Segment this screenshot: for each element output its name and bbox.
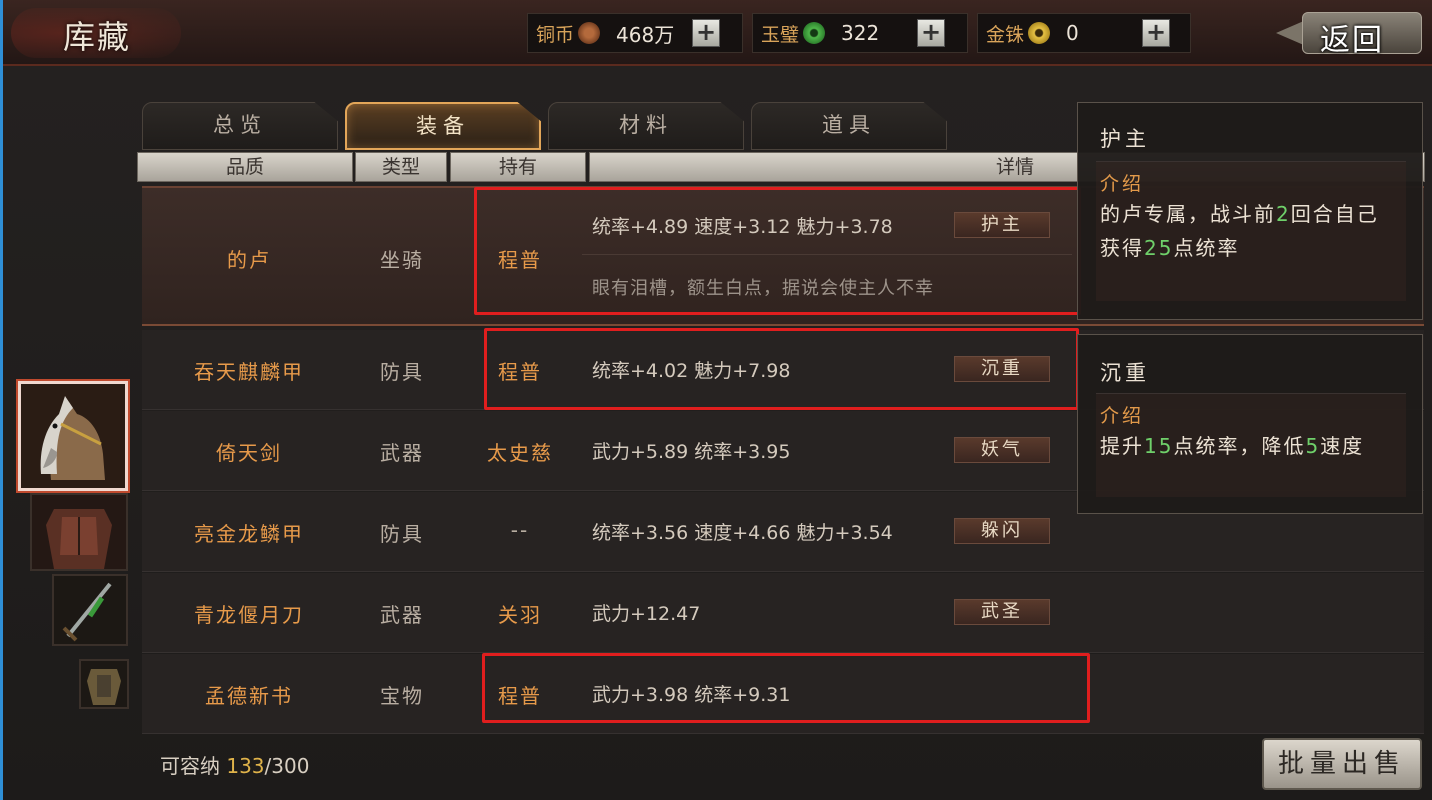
skill-tag[interactable]: 妖气 (954, 437, 1050, 463)
add-copper-button[interactable]: + (692, 19, 721, 47)
currency-label: 铜币 (536, 23, 575, 46)
currency-value: 0 (1066, 21, 1079, 45)
skill-tag[interactable]: 武圣 (954, 599, 1050, 625)
item-thumbnail[interactable] (79, 659, 129, 709)
highlight-box (482, 653, 1090, 723)
column-quality[interactable]: 品质 (137, 152, 353, 182)
currency-value: 468万 (616, 22, 675, 47)
column-owner[interactable]: 持有 (450, 152, 586, 182)
tooltip-title: 护主 (1100, 127, 1150, 151)
highlight-box (474, 187, 1081, 315)
tab-materials[interactable]: 材料 (548, 102, 744, 150)
skill-tooltip-huzhu: 护主 介绍 的卢专属，战斗前2回合自己获得25点统率 (1077, 102, 1423, 320)
tooltip-text: 提升15点统率，降低5速度 (1100, 434, 1365, 458)
item-owner: 关羽 (498, 603, 542, 627)
tooltip-title: 沉重 (1100, 361, 1150, 385)
item-type: 防具 (380, 522, 424, 546)
item-name: 亮金龙鳞甲 (194, 522, 304, 546)
currency-value: 322 (841, 21, 880, 45)
add-gold-button[interactable]: + (1142, 19, 1171, 47)
item-type: 防具 (380, 360, 424, 384)
horse-icon (21, 384, 125, 488)
capacity-current: 133 (226, 754, 265, 778)
tab-overview[interactable]: 总览 (142, 102, 338, 150)
tooltip-subtitle: 介绍 (1100, 405, 1145, 427)
item-name: 吞天麒麟甲 (194, 360, 304, 384)
currency-jade: 玉璧 322 + (752, 13, 968, 53)
gold-coin-icon (1028, 22, 1051, 44)
tooltip-text: 的卢专属，战斗前2回合自己获得25点统率 (1100, 202, 1379, 260)
armor-small-icon (81, 661, 127, 707)
page-title: 库藏 (63, 18, 132, 56)
item-stats: 武力+12.47 (592, 603, 701, 625)
currency-label: 玉璧 (761, 23, 800, 46)
tab-equipment[interactable]: 装备 (345, 102, 541, 150)
highlight-box (484, 328, 1079, 410)
horse-thumbnail[interactable] (18, 381, 128, 491)
skill-tag[interactable]: 躲闪 (954, 518, 1050, 544)
capacity-max: /300 (264, 754, 310, 778)
armor-thumbnail[interactable] (30, 493, 128, 571)
skill-tooltip-chenzhong: 沉重 介绍 提升15点统率，降低5速度 (1077, 334, 1423, 514)
back-label: 返回 (1320, 23, 1384, 58)
top-bar: 库藏 铜币 468万 + 玉璧 322 + 金铢 0 + 返回 (3, 0, 1432, 66)
currency-label: 金铢 (986, 23, 1025, 46)
copper-coin-icon (578, 22, 601, 44)
sword-icon (54, 576, 126, 644)
item-owner: 太史慈 (487, 441, 553, 465)
item-owner: -- (510, 518, 530, 542)
item-name: 倚天剑 (216, 441, 282, 465)
armor-icon (32, 495, 126, 569)
capacity-indicator: 可容纳 133/300 (160, 750, 309, 779)
item-name: 的卢 (227, 248, 271, 272)
item-stats: 统率+3.56 速度+4.66 魅力+3.54 (592, 522, 893, 544)
bulk-sell-button[interactable]: 批量出售 (1262, 738, 1422, 790)
item-name: 青龙偃月刀 (194, 603, 304, 627)
sword-thumbnail[interactable] (52, 574, 128, 646)
tooltip-subtitle: 介绍 (1100, 173, 1145, 195)
tab-items[interactable]: 道具 (751, 102, 947, 150)
capacity-label: 可容纳 (160, 754, 220, 778)
item-type: 坐骑 (380, 248, 424, 272)
column-type[interactable]: 类型 (355, 152, 447, 182)
item-stats: 武力+5.89 统率+3.95 (592, 441, 791, 463)
item-type: 宝物 (380, 684, 424, 708)
add-jade-button[interactable]: + (917, 19, 946, 47)
item-type: 武器 (380, 603, 424, 627)
item-type: 武器 (380, 441, 424, 465)
currency-gold: 金铢 0 + (977, 13, 1191, 53)
item-name: 孟德新书 (205, 684, 293, 708)
back-button[interactable]: 返回 (1276, 10, 1426, 58)
currency-copper: 铜币 468万 + (527, 13, 743, 53)
table-row-glaive[interactable]: 青龙偃月刀 武器 关羽 武力+12.47 武圣 (142, 573, 1424, 653)
jade-disc-icon (803, 22, 826, 44)
